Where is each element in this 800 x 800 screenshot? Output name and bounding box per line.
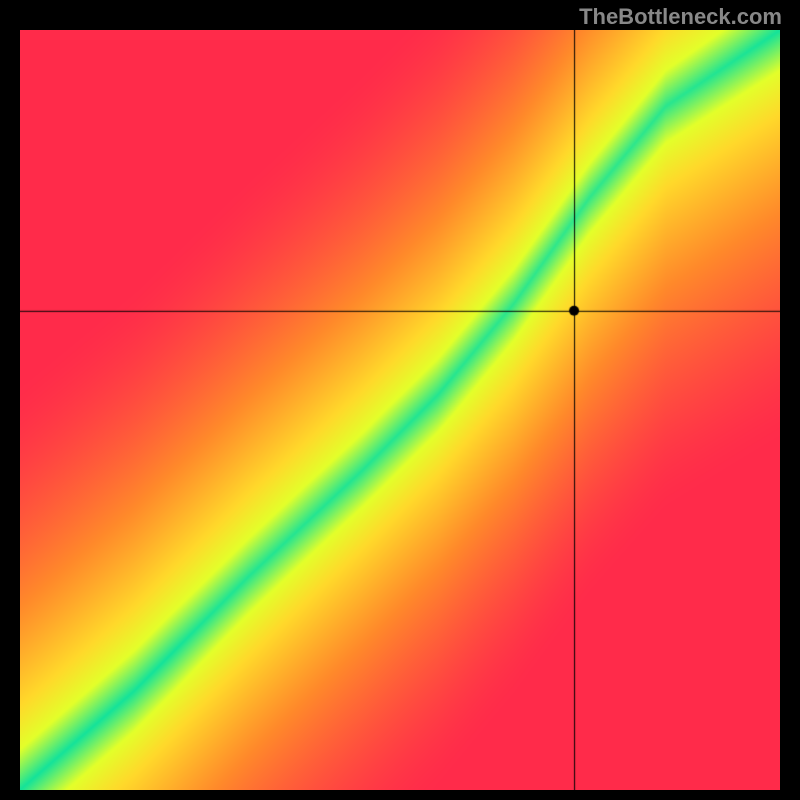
heatmap-canvas — [20, 30, 780, 790]
watermark-text: TheBottleneck.com — [579, 4, 782, 30]
bottleneck-heatmap — [20, 30, 780, 790]
